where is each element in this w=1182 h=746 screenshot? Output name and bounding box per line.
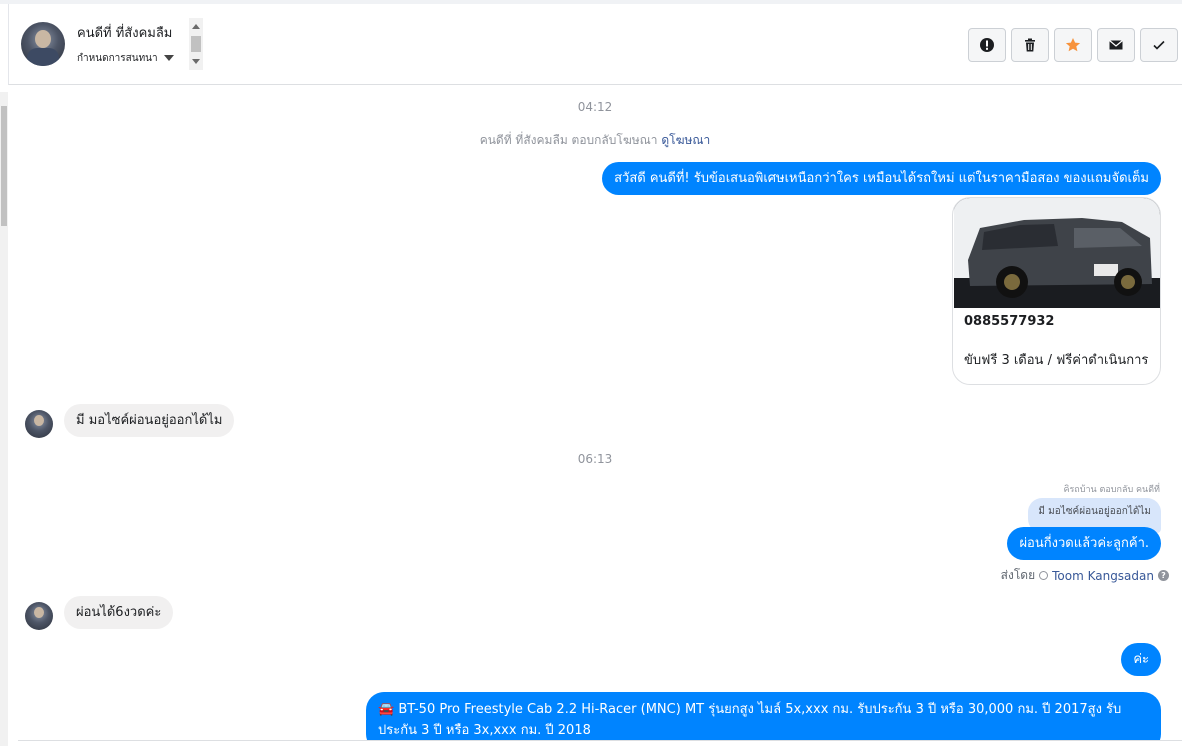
message-thread[interactable]: 04:12 คนดีที่ ที่สังคมลืม ตอบกลับโฆษณา ด…	[8, 85, 1182, 740]
star-icon	[1065, 38, 1081, 52]
car-image	[954, 198, 1160, 308]
contact-name[interactable]: คนดีที่ ที่สังคมลืม	[77, 22, 172, 43]
card-title: 0885577932	[964, 314, 1055, 329]
outgoing-reply-message[interactable]: ผ่อนกี่งวดแล้วค่ะลูกค้า.	[1007, 527, 1161, 560]
contact-avatar-small	[25, 410, 53, 438]
inbox-conversation-view: คนดีที่ ที่สังคมลืม กำหนดการสนทนา 04:12 …	[0, 0, 1182, 746]
mark-unread-button[interactable]	[1097, 28, 1135, 62]
left-scroll-thumb[interactable]	[1, 106, 7, 226]
envelope-icon	[1109, 40, 1123, 50]
mark-done-button[interactable]	[1140, 28, 1178, 62]
scroll-thumb[interactable]	[191, 36, 201, 52]
exclamation-icon	[980, 38, 994, 52]
scroll-up-icon[interactable]	[192, 24, 200, 29]
header-actions	[968, 28, 1178, 62]
view-ad-link[interactable]: ดูโฆษณา	[661, 133, 710, 147]
reply-meta: คิรถบ้าน ตอบกลับ คนดีที่	[1063, 485, 1160, 495]
sent-by-line: ส่งโดย Toom Kangsadan ?	[1001, 566, 1169, 585]
help-icon[interactable]: ?	[1158, 570, 1169, 581]
star-button[interactable]	[1054, 28, 1092, 62]
outgoing-long-message[interactable]: 🚘 BT-50 Pro Freestyle Cab 2.2 Hi-Racer (…	[366, 692, 1161, 740]
scroll-down-icon[interactable]	[192, 59, 200, 64]
check-icon	[1153, 40, 1165, 50]
left-scrollbar[interactable]	[0, 92, 8, 746]
assign-conversation-dropdown[interactable]: กำหนดการสนทนา	[77, 51, 174, 66]
ad-reply-notice: คนดีที่ ที่สังคมลืม ตอบกลับโฆษณา ดูโฆษณา	[8, 131, 1182, 150]
spam-button[interactable]	[968, 28, 1006, 62]
contact-avatar-small	[25, 602, 53, 630]
header-scrollbar[interactable]	[189, 18, 203, 70]
status-dot-icon	[1039, 571, 1049, 580]
sent-by-label: ส่งโดย	[1000, 568, 1036, 582]
sender-name[interactable]: Toom Kangsadan	[1052, 569, 1154, 583]
ad-reply-text: คนดีที่ ที่สังคมลืม ตอบกลับโฆษณา	[479, 133, 658, 147]
delete-button[interactable]	[1011, 28, 1049, 62]
contact-avatar[interactable]	[21, 22, 65, 66]
message-composer[interactable]	[18, 740, 1182, 746]
timestamp: 04:12	[577, 100, 613, 114]
card-description: ขับฟรี 3 เดือน / ฟรีค่าดำเนินการ	[964, 353, 1149, 368]
conversation-header: คนดีที่ ที่สังคมลืม กำหนดการสนทนา	[8, 4, 1182, 85]
timestamp: 06:13	[577, 452, 613, 466]
assign-label: กำหนดการสนทนา	[77, 53, 158, 64]
incoming-message[interactable]: มี มอไซค์ผ่อนอยู่ออกได้ไม	[64, 404, 235, 437]
incoming-message[interactable]: ผ่อนได้6งวดค่ะ	[64, 596, 174, 629]
trash-icon	[1025, 38, 1035, 52]
outgoing-message[interactable]: สวัสดี คนดีที่! รับข้อเสนอพิเศษเหนือกว่า…	[602, 162, 1161, 195]
ad-card[interactable]: 0885577932 ขับฟรี 3 เดือน / ฟรีค่าดำเนิน…	[952, 197, 1161, 385]
caret-down-icon	[163, 55, 174, 61]
outgoing-message[interactable]: ค่ะ	[1121, 643, 1161, 676]
